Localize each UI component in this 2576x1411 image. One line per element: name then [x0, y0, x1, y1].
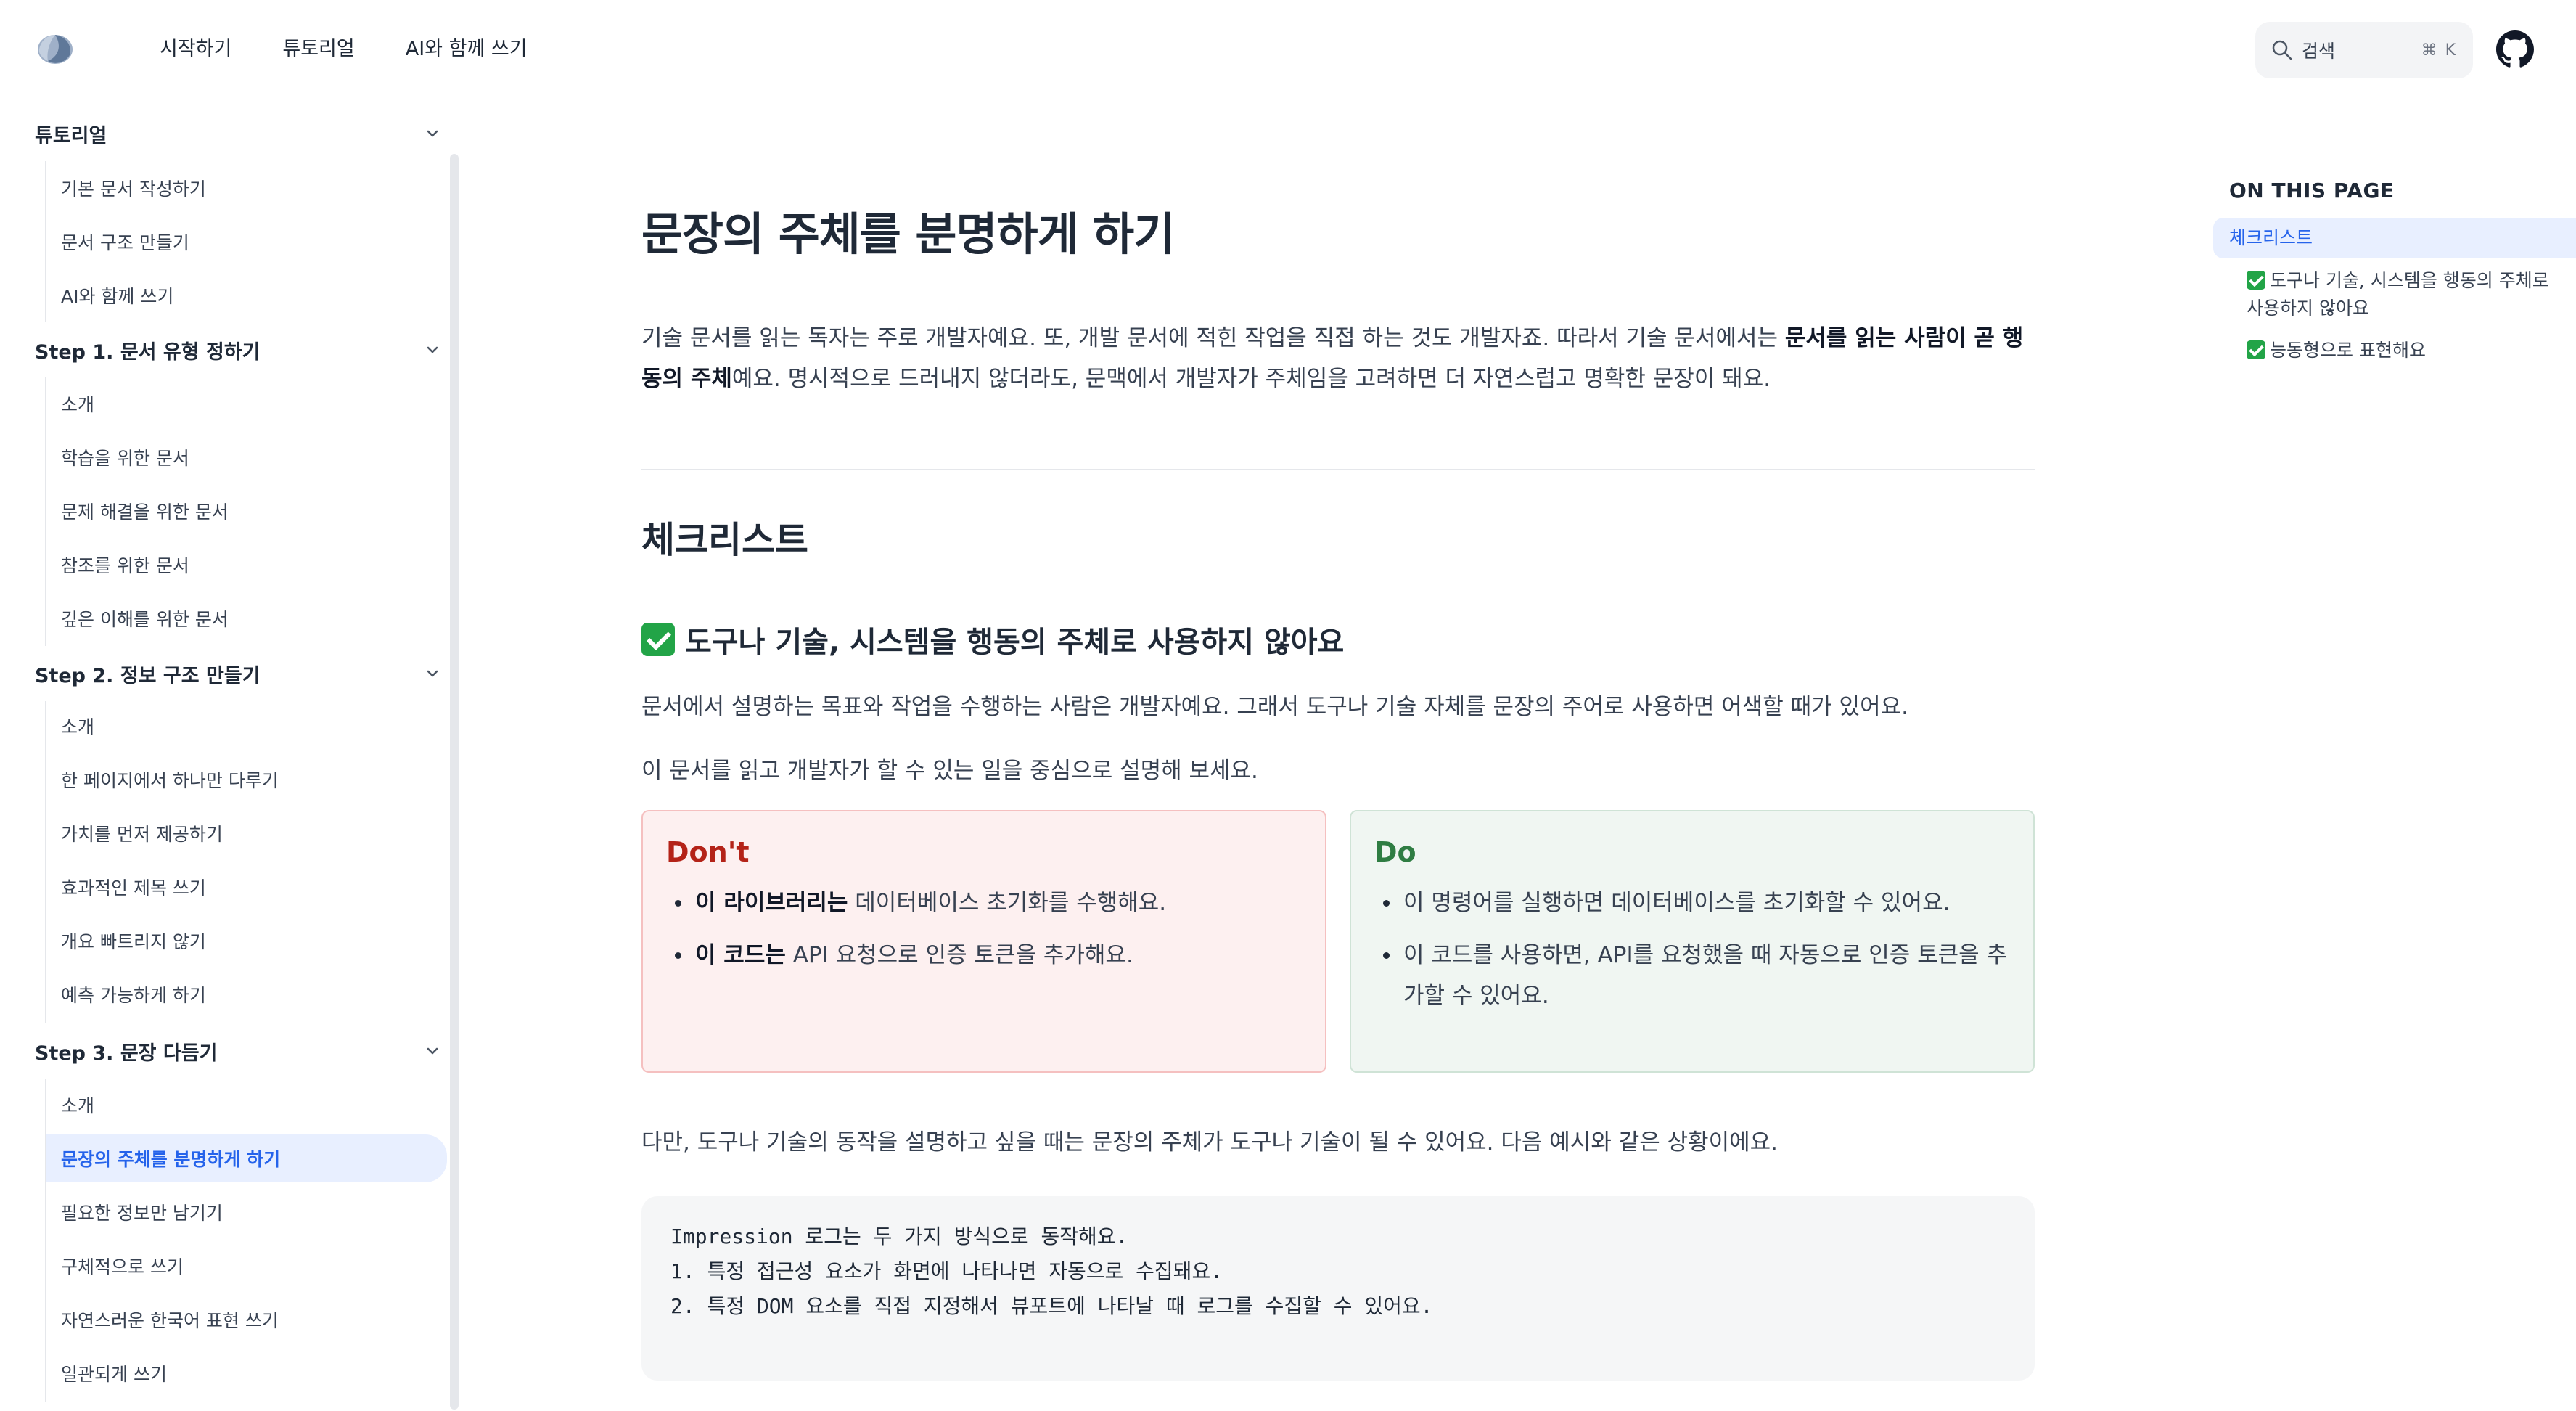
- section-heading-checklist: 체크리스트: [641, 519, 808, 561]
- toc-item-active-voice[interactable]: 능동형으로 표현해요: [2247, 337, 2566, 364]
- sidebar-item-step3-intro[interactable]: 소개: [46, 1081, 447, 1129]
- page-title: 문장의 주체를 분명하게 하기: [641, 208, 1175, 261]
- list-item: 이 명령어를 실행하면 데이터베이스를 초기화할 수 있어요.: [1374, 883, 2010, 923]
- github-icon[interactable]: [2496, 30, 2534, 68]
- checklist-heading: 도구나 기술, 시스템을 행동의 주체로 사용하지 않아요: [641, 618, 1344, 660]
- sidebar-item-deep-understanding-doc[interactable]: 깊은 이해를 위한 문서: [46, 594, 447, 642]
- chevron-down-icon: [427, 670, 438, 677]
- check-mark-icon: [2247, 271, 2265, 290]
- sidebar-item-reference-doc[interactable]: 참조를 위한 문서: [46, 541, 447, 589]
- toc-item-text: 도구나 기술, 시스템을 행동의 주체로 사용하지 않아요: [2247, 270, 2549, 319]
- toc-heading: ON THIS PAGE: [2229, 179, 2395, 203]
- lead-text-1: 기술 문서를 읽는 독자는 주로 개발자예요. 또, 개발 문서에 적힌 작업을…: [641, 325, 1785, 351]
- toc-item-no-tool-subject[interactable]: 도구나 기술, 시스템을 행동의 주체로 사용하지 않아요: [2247, 267, 2566, 322]
- list-item-bold: 이 코드는: [695, 942, 786, 968]
- sidebar-item-predictable[interactable]: 예측 가능하게 하기: [46, 970, 447, 1018]
- toc-item-text: 능동형으로 표현해요: [2270, 340, 2426, 361]
- chevron-down-icon: [427, 130, 438, 137]
- sidebar-item-natural-korean[interactable]: 자연스러운 한국어 표현 쓰기: [46, 1296, 447, 1343]
- body-paragraph: 문서에서 설명하는 목표와 작업을 수행하는 사람은 개발자예요. 그래서 도구…: [641, 694, 1908, 720]
- body-paragraph: 이 문서를 읽고 개발자가 할 수 있는 일을 중심으로 설명해 보세요.: [641, 758, 1258, 784]
- sidebar-item-problem-solving-doc[interactable]: 문제 해결을 위한 문서: [46, 487, 447, 535]
- sidebar-item-value-first[interactable]: 가치를 먼저 제공하기: [46, 809, 447, 857]
- list-item: 이 라이브러리는 데이터베이스 초기화를 수행해요.: [666, 883, 1302, 923]
- sidebar-group-title: 튜토리얼: [35, 124, 107, 147]
- sidebar-group-step3[interactable]: Step 3. 문장 다듬기: [35, 1036, 441, 1066]
- lead-text-2: 예요. 명시적으로 드러내지 않더라도, 문맥에서 개발자가 주체임을 고려하면…: [731, 366, 1771, 392]
- sidebar-item-effective-titles[interactable]: 효과적인 제목 쓰기: [46, 863, 447, 911]
- search-button[interactable]: 검색 ⌘ K: [2255, 22, 2473, 78]
- list-item: 이 코드는 API 요청으로 인증 토큰을 추가해요.: [666, 935, 1302, 976]
- top-header: 시작하기 튜토리얼 AI와 함께 쓰기 검색 ⌘ K: [0, 0, 2576, 99]
- nav-ai-writing[interactable]: AI와 함께 쓰기: [406, 35, 528, 64]
- site-logo[interactable]: [33, 28, 77, 68]
- sidebar-group-title: Step 3. 문장 다듬기: [35, 1042, 218, 1065]
- body-paragraph: 다만, 도구나 기술의 동작을 설명하고 싶을 때는 문장의 주체가 도구나 기…: [641, 1129, 1779, 1156]
- nav-tutorial[interactable]: 튜토리얼: [282, 35, 354, 64]
- toc-item-checklist[interactable]: 체크리스트: [2213, 218, 2576, 258]
- search-shortcut: ⌘ K: [2421, 41, 2457, 60]
- code-line: Impression 로그는 두 가지 방식으로 동작해요.: [670, 1224, 1128, 1248]
- sidebar-item-only-necessary-info[interactable]: 필요한 정보만 남기기: [46, 1188, 447, 1236]
- chevron-down-icon: [427, 1047, 438, 1055]
- sidebar-scrollbar[interactable]: [450, 154, 459, 1410]
- sidebar-item-step2-intro[interactable]: 소개: [46, 702, 447, 750]
- sidebar-item-learning-doc[interactable]: 학습을 위한 문서: [46, 433, 447, 481]
- sidebar-group-title: Step 1. 문서 유형 정하기: [35, 340, 261, 364]
- divider: [641, 469, 2035, 470]
- do-example-box: Do 이 명령어를 실행하면 데이터베이스를 초기화할 수 있어요. 이 코드를…: [1350, 810, 2035, 1073]
- sidebar-item-step1-intro[interactable]: 소개: [46, 380, 447, 428]
- sidebar-group-step2[interactable]: Step 2. 정보 구조 만들기: [35, 659, 441, 688]
- code-line: 1. 특정 접근성 요소가 화면에 나타나면 자동으로 수집돼요.: [670, 1259, 1223, 1283]
- sidebar-group-step1[interactable]: Step 1. 문서 유형 정하기: [35, 335, 441, 364]
- sidebar-item-be-specific[interactable]: 구체적으로 쓰기: [46, 1242, 447, 1290]
- dont-list: 이 라이브러리는 데이터베이스 초기화를 수행해요. 이 코드는 API 요청으…: [666, 883, 1302, 976]
- lead-paragraph: 기술 문서를 읽는 독자는 주로 개발자예요. 또, 개발 문서에 적힌 작업을…: [641, 318, 2035, 399]
- sidebar-item-doc-structure[interactable]: 문서 구조 만들기: [46, 218, 447, 266]
- sidebar: 튜토리얼 기본 문서 작성하기 문서 구조 만들기 AI와 함께 쓰기 Step…: [0, 109, 464, 1411]
- code-line: 2. 특정 DOM 요소를 직접 지정해서 뷰포트에 나타날 때 로그를 수집할…: [670, 1294, 1433, 1318]
- sidebar-item-dont-skip-overview[interactable]: 개요 빠트리지 않기: [46, 917, 447, 965]
- check-mark-icon: [2247, 340, 2265, 359]
- sidebar-group-tutorial[interactable]: 튜토리얼: [35, 119, 441, 148]
- code-block[interactable]: Impression 로그는 두 가지 방식으로 동작해요. 1. 특정 접근성…: [641, 1196, 2035, 1381]
- sidebar-item-one-topic-per-page[interactable]: 한 페이지에서 하나만 다루기: [46, 756, 447, 803]
- do-title: Do: [1374, 836, 1416, 868]
- dont-example-box: Don't 이 라이브러리는 데이터베이스 초기화를 수행해요. 이 코드는 A…: [641, 810, 1326, 1073]
- sidebar-item-clear-subject[interactable]: 문장의 주체를 분명하게 하기: [46, 1134, 447, 1182]
- do-list: 이 명령어를 실행하면 데이터베이스를 초기화할 수 있어요. 이 코드를 사용…: [1374, 883, 2010, 1016]
- checklist-heading-text: 도구나 기술, 시스템을 행동의 주체로 사용하지 않아요: [685, 626, 1345, 659]
- sidebar-group-title: Step 2. 정보 구조 만들기: [35, 664, 261, 687]
- chevron-down-icon: [427, 346, 438, 353]
- list-item-bold: 이 라이브러리는: [695, 890, 848, 916]
- search-label: 검색: [2302, 41, 2336, 62]
- list-item-text: API 요청으로 인증 토큰을 추가해요.: [785, 942, 1133, 968]
- list-item: 이 코드를 사용하면, API를 요청했을 때 자동으로 인증 토큰을 추가할 …: [1374, 935, 2010, 1016]
- top-nav: 시작하기 튜토리얼 AI와 함께 쓰기: [160, 35, 578, 64]
- sidebar-item-basic-doc[interactable]: 기본 문서 작성하기: [46, 164, 447, 212]
- sidebar-item-ai-writing[interactable]: AI와 함께 쓰기: [46, 271, 447, 319]
- list-item-text: 데이터베이스 초기화를 수행해요.: [848, 890, 1167, 916]
- nav-getting-started[interactable]: 시작하기: [160, 35, 231, 64]
- dont-title: Don't: [666, 836, 750, 868]
- check-mark-icon: [641, 623, 675, 656]
- search-icon: [2272, 40, 2292, 60]
- sidebar-item-consistent[interactable]: 일관되게 쓰기: [46, 1349, 447, 1397]
